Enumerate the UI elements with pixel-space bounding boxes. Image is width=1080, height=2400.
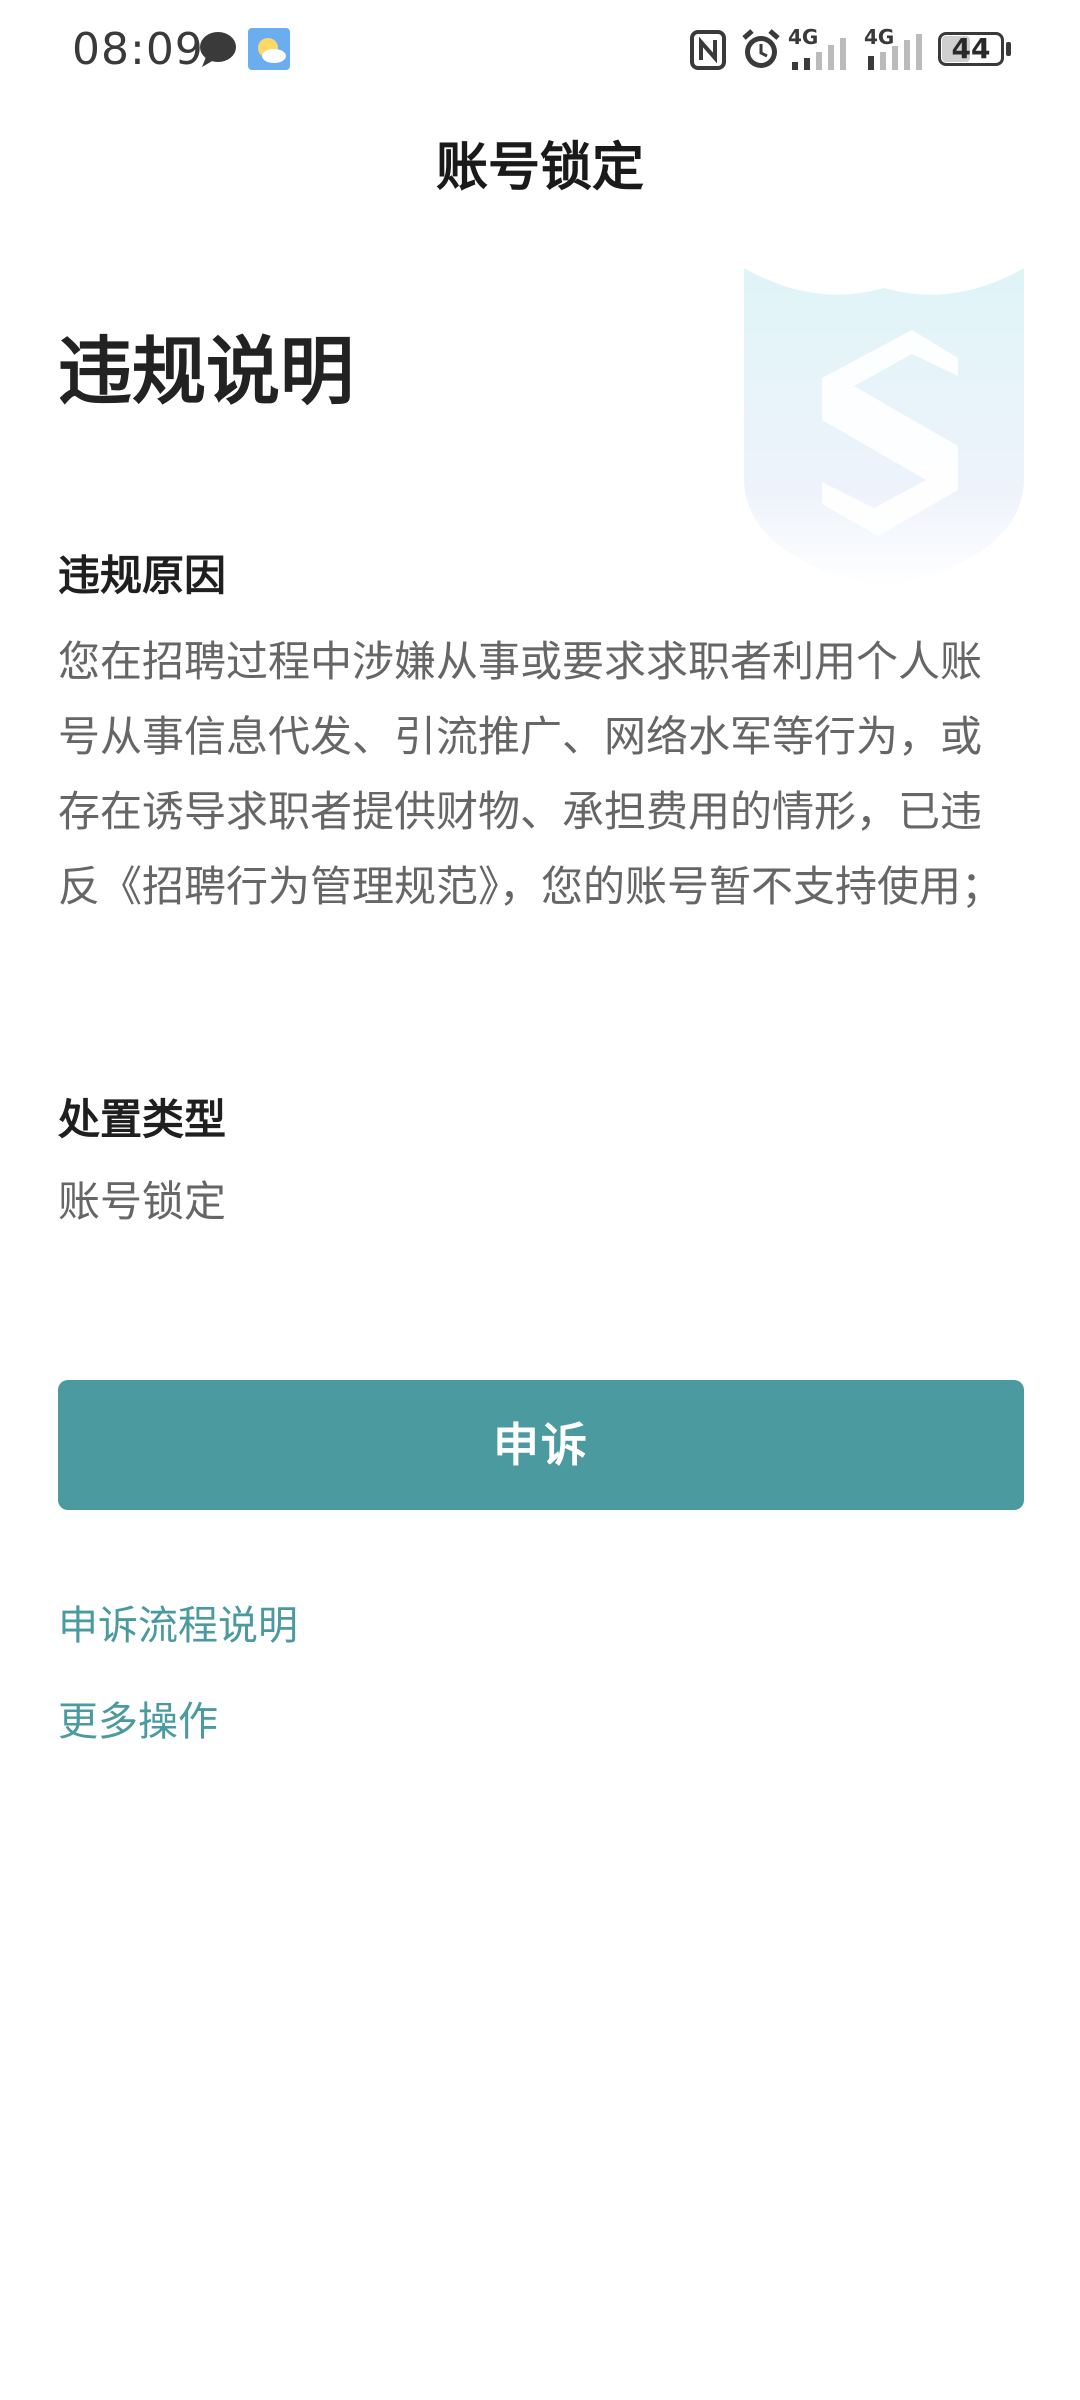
page-title: 账号锁定 <box>435 138 644 198</box>
status-bar: 08:09 4G 4G 44 <box>0 0 1080 100</box>
reason-label: 违规原因 <box>58 551 227 600</box>
section-heading: 违规说明 <box>58 329 354 415</box>
status-time: 08:09 <box>72 24 204 75</box>
nfc-icon <box>690 30 726 70</box>
appeal-button[interactable]: 申诉 <box>58 1380 1024 1510</box>
reason-text: 您在招聘过程中涉嫌从事或要求求职者利用个人账号从事信息代发、引流推广、网络水军等… <box>58 637 1004 911</box>
signal-icon: 4G <box>864 26 934 72</box>
alarm-icon <box>742 29 780 68</box>
appeal-process-link[interactable]: 申诉流程说明 <box>58 1596 298 1656</box>
shield-icon <box>744 268 1024 588</box>
battery-level: 44 <box>951 32 991 65</box>
disposal-type-value: 账号锁定 <box>58 1177 227 1226</box>
signal-icon: 4G <box>788 26 858 72</box>
disposal-type-label: 处置类型 <box>58 1095 227 1144</box>
battery-icon: 44 <box>938 32 1014 70</box>
more-actions-link[interactable]: 更多操作 <box>58 1692 218 1752</box>
weather-icon <box>248 28 290 70</box>
chat-bubble-icon <box>200 32 236 67</box>
